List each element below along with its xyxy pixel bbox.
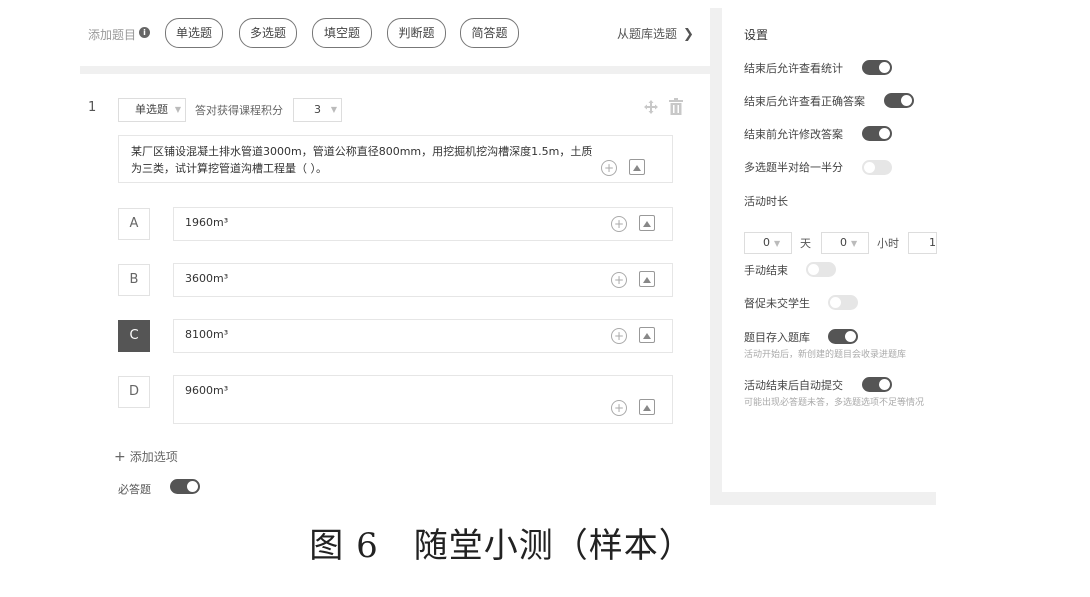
figure-caption: 图 6 随堂小测（样本） bbox=[309, 526, 694, 566]
save-to-bank-label: 题目存入题库 bbox=[744, 331, 810, 344]
toggle-knob bbox=[845, 331, 856, 342]
add-circle-icon[interactable]: + bbox=[601, 160, 617, 176]
fill-blank-button[interactable]: 填空题 bbox=[312, 18, 372, 48]
auto-submit-toggle[interactable] bbox=[862, 377, 892, 392]
option-c-text: 8100m³ bbox=[185, 328, 229, 341]
caret-down-icon: ▼ bbox=[774, 239, 781, 248]
select-from-bank-link[interactable]: 从题库选题 ❯ bbox=[617, 25, 694, 42]
panel-bottom-border bbox=[710, 492, 936, 505]
option-d-letter[interactable]: D bbox=[118, 376, 150, 408]
setting-view-answers-toggle[interactable] bbox=[884, 93, 914, 108]
toggle-knob bbox=[187, 481, 198, 492]
add-option-label: 添加选项 bbox=[129, 450, 178, 464]
hour-unit-label: 小时 bbox=[877, 237, 899, 250]
toggle-knob bbox=[808, 264, 819, 275]
option-a-text: 1960m³ bbox=[185, 216, 229, 229]
manual-end-label: 手动结束 bbox=[744, 264, 788, 277]
points-label: 答对获得课程积分 bbox=[195, 104, 283, 117]
single-choice-button[interactable]: 单选题 bbox=[165, 18, 223, 48]
question-stem-field[interactable]: 某厂区铺设混凝土排水管道3000m，管道公称直径800mm，用挖掘机挖沟槽深度1… bbox=[118, 135, 673, 183]
move-icon[interactable] bbox=[643, 99, 659, 119]
duration-days-value: 0 bbox=[763, 236, 770, 249]
toggle-knob bbox=[830, 297, 841, 308]
option-a-letter[interactable]: A bbox=[118, 208, 150, 240]
remind-students-toggle[interactable] bbox=[828, 295, 858, 310]
question-stem-text: 某厂区铺设混凝土排水管道3000m，管道公称直径800mm，用挖掘机挖沟槽深度1… bbox=[131, 145, 593, 175]
image-icon[interactable] bbox=[639, 399, 655, 415]
chevron-right-icon: ❯ bbox=[683, 27, 694, 42]
duration-days-select[interactable]: 0 ▼ bbox=[744, 232, 792, 254]
option-b-text: 3600m³ bbox=[185, 272, 229, 285]
short-answer-button[interactable]: 简答题 bbox=[460, 18, 519, 48]
toggle-knob bbox=[864, 162, 875, 173]
duration-hours-value: 0 bbox=[840, 236, 847, 249]
setting-half-score-toggle[interactable] bbox=[862, 160, 892, 175]
duration-label: 活动时长 bbox=[744, 195, 788, 208]
setting-modify-answers-toggle[interactable] bbox=[862, 126, 892, 141]
plus-icon: + bbox=[114, 449, 126, 465]
multiple-choice-button[interactable]: 多选题 bbox=[239, 18, 297, 48]
manual-end-toggle[interactable] bbox=[806, 262, 836, 277]
add-option-button[interactable]: + 添加选项 bbox=[114, 448, 178, 465]
delete-icon[interactable] bbox=[669, 98, 683, 119]
setting-view-stats-label: 结束后允许查看统计 bbox=[744, 62, 843, 75]
add-circle-icon[interactable]: + bbox=[611, 272, 627, 288]
setting-view-stats-toggle[interactable] bbox=[862, 60, 892, 75]
auto-submit-label: 活动结束后自动提交 bbox=[744, 379, 843, 392]
image-icon[interactable] bbox=[639, 327, 655, 343]
bank-link-label: 从题库选题 bbox=[617, 27, 678, 41]
add-circle-icon[interactable]: + bbox=[611, 216, 627, 232]
settings-panel: 设置 结束后允许查看统计 结束后允许查看正确答案 结束前允许修改答案 多选题半对… bbox=[722, 8, 937, 492]
option-a-input[interactable]: 1960m³ + bbox=[173, 207, 673, 241]
option-d-input[interactable]: 9600m³ + bbox=[173, 375, 673, 424]
toggle-knob bbox=[879, 62, 890, 73]
image-icon[interactable] bbox=[639, 215, 655, 231]
toolbar-divider bbox=[80, 66, 710, 74]
option-b-letter[interactable]: B bbox=[118, 264, 150, 296]
caret-down-icon: ▼ bbox=[330, 105, 337, 114]
caret-down-icon: ▼ bbox=[174, 105, 181, 114]
required-toggle[interactable] bbox=[170, 479, 200, 494]
toggle-knob bbox=[879, 128, 890, 139]
settings-title: 设置 bbox=[744, 28, 769, 42]
add-circle-icon[interactable]: + bbox=[611, 328, 627, 344]
save-to-bank-toggle[interactable] bbox=[828, 329, 858, 344]
required-label: 必答题 bbox=[118, 483, 151, 496]
duration-minutes-select[interactable]: 1 bbox=[908, 232, 937, 254]
points-select[interactable]: 3 ▼ bbox=[293, 98, 342, 122]
image-icon[interactable] bbox=[639, 271, 655, 287]
panel-divider bbox=[710, 8, 722, 505]
duration-hours-select[interactable]: 0 ▼ bbox=[821, 232, 869, 254]
caret-down-icon: ▼ bbox=[851, 239, 858, 248]
auto-submit-hint: 可能出现必答题未答，多选题选项不足等情况 bbox=[744, 398, 925, 408]
setting-view-answers-label: 结束后允许查看正确答案 bbox=[744, 95, 865, 108]
add-circle-icon[interactable]: + bbox=[611, 400, 627, 416]
save-to-bank-hint: 活动开始后，新创建的题目会收录进题库 bbox=[744, 350, 907, 360]
option-c-letter[interactable]: C bbox=[118, 320, 150, 352]
option-d-text: 9600m³ bbox=[185, 384, 229, 397]
remind-students-label: 督促未交学生 bbox=[744, 297, 810, 310]
toggle-knob bbox=[901, 95, 912, 106]
add-question-label: 添加题目 bbox=[88, 28, 137, 42]
option-c-input[interactable]: 8100m³ + bbox=[173, 319, 673, 353]
true-false-button[interactable]: 判断题 bbox=[387, 18, 446, 48]
question-editor: 添加题目 i 单选题 多选题 填空题 判断题 简答题 从题库选题 ❯ 1 单选题 ▼… bbox=[80, 0, 710, 505]
info-icon[interactable]: i bbox=[139, 27, 150, 38]
question-type-toolbar: 添加题目 i 单选题 多选题 填空题 判断题 简答题 从题库选题 ❯ bbox=[80, 0, 710, 68]
image-icon[interactable] bbox=[629, 159, 645, 175]
toggle-knob bbox=[879, 379, 890, 390]
day-unit-label: 天 bbox=[800, 237, 811, 250]
setting-half-score-label: 多选题半对给一半分 bbox=[744, 161, 843, 174]
question-number: 1 bbox=[88, 100, 97, 115]
setting-modify-answers-label: 结束前允许修改答案 bbox=[744, 128, 843, 141]
duration-minutes-value: 1 bbox=[929, 236, 936, 249]
question-type-select[interactable]: 单选题 ▼ bbox=[118, 98, 186, 122]
option-b-input[interactable]: 3600m³ + bbox=[173, 263, 673, 297]
